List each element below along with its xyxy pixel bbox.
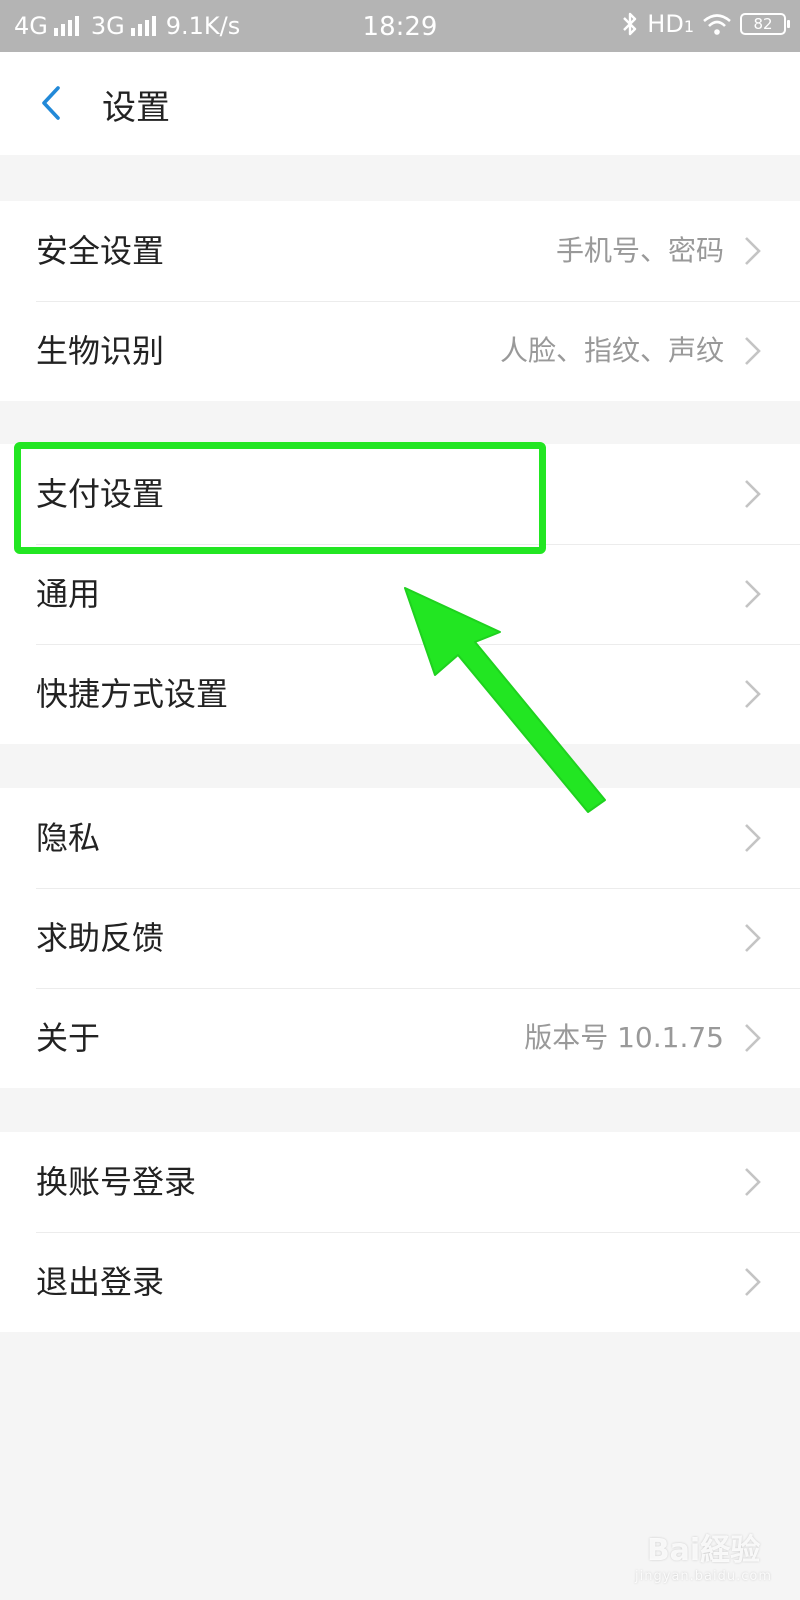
settings-item-biometrics[interactable]: 生物识别 人脸、指纹、声纹	[0, 301, 800, 401]
settings-group-info: 隐私 求助反馈 关于 版本号 10.1.75	[0, 788, 800, 1088]
watermark-main: Bai経验	[646, 1533, 761, 1568]
settings-item-label: 换账号登录	[36, 1163, 197, 1201]
chevron-right-icon	[745, 680, 761, 708]
battery-icon: 82	[740, 13, 790, 35]
watermark-logo: Bai経验 jingyan.baidu.com	[635, 1525, 772, 1584]
highlight-box	[14, 442, 546, 554]
settings-item-label: 生物识别	[36, 332, 165, 370]
hd-indicator: HD1	[647, 10, 694, 38]
chevron-right-icon	[745, 1024, 761, 1052]
settings-item-label: 退出登录	[36, 1263, 165, 1301]
settings-item-label: 隐私	[36, 819, 101, 857]
settings-group-login: 换账号登录 退出登录	[0, 1132, 800, 1332]
chevron-right-icon	[745, 1168, 761, 1196]
status-bar-right: HD1 82	[621, 10, 790, 38]
chevron-right-icon	[745, 924, 761, 952]
chevron-right-icon	[745, 1268, 761, 1296]
settings-screen: 4G 3G 9.1K/s 18:29 HD1 82 设置 安全设置 手机号、密码…	[0, 0, 800, 1600]
back-button[interactable]	[28, 78, 78, 128]
settings-item-label: 关于	[36, 1019, 101, 1057]
settings-item-value: 版本号 10.1.75	[524, 1021, 724, 1054]
battery-level: 82	[753, 15, 773, 33]
chevron-right-icon	[745, 337, 761, 365]
wifi-icon	[703, 14, 731, 35]
settings-item-label: 通用	[36, 575, 101, 613]
header: 设置	[0, 52, 800, 155]
chevron-right-icon	[745, 480, 761, 508]
settings-item-value: 人脸、指纹、声纹	[499, 334, 724, 367]
settings-item-switch-account[interactable]: 换账号登录	[0, 1132, 800, 1232]
settings-item-security[interactable]: 安全设置 手机号、密码	[0, 201, 800, 301]
settings-item-shortcuts[interactable]: 快捷方式设置	[0, 644, 800, 744]
settings-item-general[interactable]: 通用	[0, 544, 800, 644]
settings-item-feedback[interactable]: 求助反馈	[0, 888, 800, 988]
settings-item-label: 求助反馈	[36, 919, 165, 957]
settings-item-logout[interactable]: 退出登录	[0, 1232, 800, 1332]
back-arrow-icon	[42, 86, 60, 120]
chevron-right-icon	[745, 580, 761, 608]
watermark-sub: jingyan.baidu.com	[635, 1569, 772, 1584]
settings-item-label: 安全设置	[36, 232, 165, 270]
status-bar: 4G 3G 9.1K/s 18:29 HD1 82	[0, 0, 800, 52]
bluetooth-icon	[623, 12, 637, 36]
chevron-right-icon	[745, 237, 761, 265]
page-title: 设置	[102, 88, 170, 128]
settings-group-account: 安全设置 手机号、密码 生物识别 人脸、指纹、声纹	[0, 201, 800, 401]
settings-item-privacy[interactable]: 隐私	[0, 788, 800, 888]
chevron-right-icon	[745, 824, 761, 852]
settings-item-label: 快捷方式设置	[36, 675, 229, 713]
settings-item-about[interactable]: 关于 版本号 10.1.75	[0, 988, 800, 1088]
settings-item-value: 手机号、密码	[555, 234, 724, 267]
